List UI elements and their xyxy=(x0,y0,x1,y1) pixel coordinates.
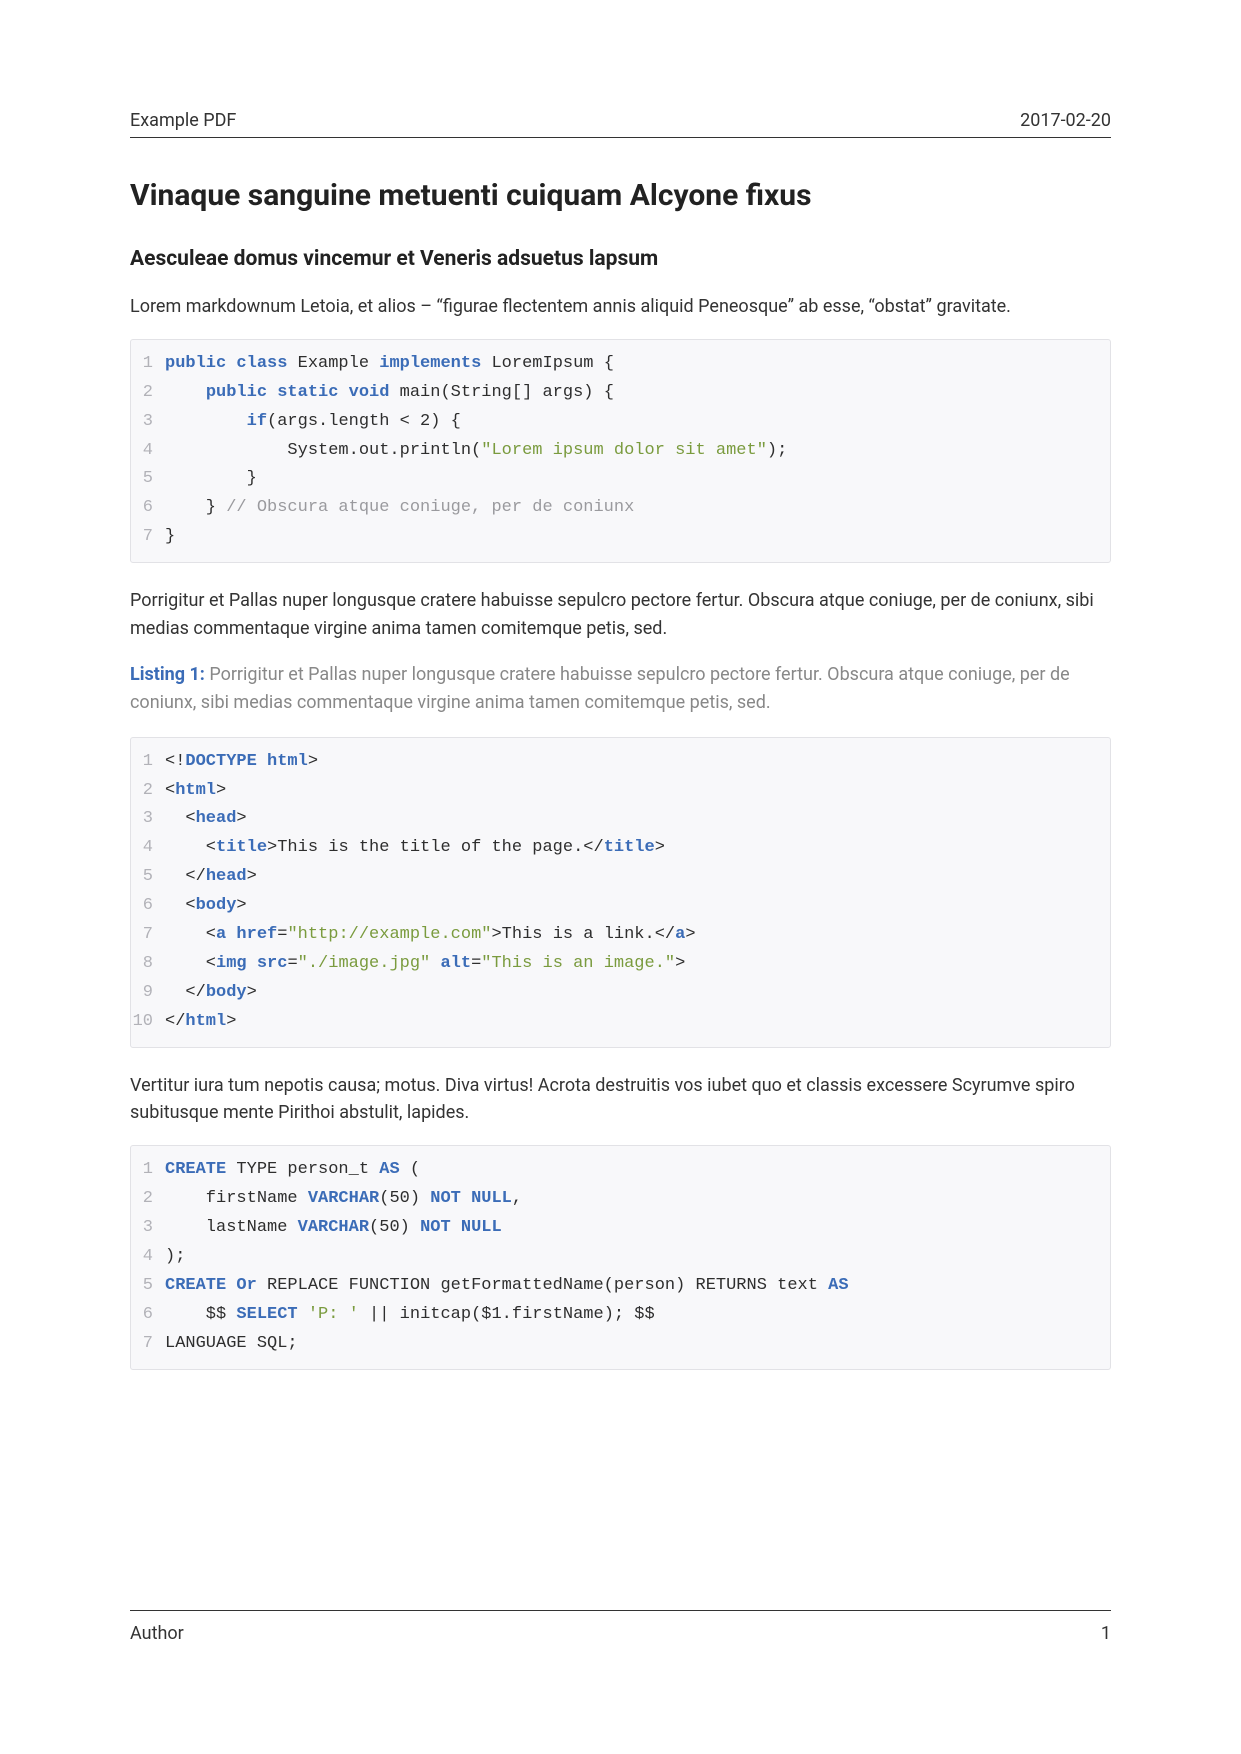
code-block-sql: 1CREATE TYPE person_t AS (2 firstName VA… xyxy=(130,1145,1111,1369)
line-number: 9 xyxy=(131,979,165,1008)
code-block-html: 1<!DOCTYPE html>2<html>3 <head>4 <title>… xyxy=(130,737,1111,1048)
code-content: if(args.length < 2) { xyxy=(165,408,1096,437)
code-line: 9 </body> xyxy=(131,979,1096,1008)
code-content: } // Obscura atque coniuge, per de coniu… xyxy=(165,494,1096,523)
code-line: 3 if(args.length < 2) { xyxy=(131,408,1096,437)
line-number: 7 xyxy=(131,921,165,950)
line-number: 3 xyxy=(131,408,165,437)
page-title: Vinaque sanguine metuenti cuiquam Alcyon… xyxy=(130,178,1111,213)
paragraph-3: Vertitur iura tum nepotis causa; motus. … xyxy=(130,1072,1111,1128)
line-number: 2 xyxy=(131,379,165,408)
code-content: </head> xyxy=(165,863,1096,892)
listing-caption-text: Porrigitur et Pallas nuper longusque cra… xyxy=(130,664,1070,713)
code-line: 2<html> xyxy=(131,777,1096,806)
code-line: 4); xyxy=(131,1243,1096,1272)
line-number: 1 xyxy=(131,350,165,379)
code-line: 1CREATE TYPE person_t AS ( xyxy=(131,1156,1096,1185)
line-number: 2 xyxy=(131,1185,165,1214)
code-line: 5 } xyxy=(131,465,1096,494)
code-line: 6 $$ SELECT 'P: ' || initcap($1.firstNam… xyxy=(131,1301,1096,1330)
code-line: 4 System.out.println("Lorem ipsum dolor … xyxy=(131,437,1096,466)
code-line: 4 <title>This is the title of the page.<… xyxy=(131,834,1096,863)
line-number: 8 xyxy=(131,950,165,979)
code-line: 10</html> xyxy=(131,1008,1096,1037)
code-content: } xyxy=(165,465,1096,494)
line-number: 1 xyxy=(131,748,165,777)
code-content: </html> xyxy=(165,1008,1096,1037)
page-footer: Author 1 xyxy=(130,1610,1111,1644)
line-number: 10 xyxy=(131,1008,165,1037)
line-number: 3 xyxy=(131,1214,165,1243)
code-content: $$ SELECT 'P: ' || initcap($1.firstName)… xyxy=(165,1301,1096,1330)
code-content: System.out.println("Lorem ipsum dolor si… xyxy=(165,437,1096,466)
page-header: Example PDF 2017-02-20 xyxy=(130,110,1111,138)
paragraph-2: Porrigitur et Pallas nuper longusque cra… xyxy=(130,587,1111,643)
footer-author: Author xyxy=(130,1623,184,1644)
line-number: 6 xyxy=(131,494,165,523)
line-number: 5 xyxy=(131,1272,165,1301)
line-number: 2 xyxy=(131,777,165,806)
section-heading: Aesculeae domus vincemur et Veneris adsu… xyxy=(130,247,1111,271)
line-number: 6 xyxy=(131,892,165,921)
line-number: 4 xyxy=(131,834,165,863)
code-line: 5CREATE Or REPLACE FUNCTION getFormatted… xyxy=(131,1272,1096,1301)
code-content: CREATE Or REPLACE FUNCTION getFormattedN… xyxy=(165,1272,1096,1301)
header-date: 2017-02-20 xyxy=(1020,110,1111,131)
code-content: <a href="http://example.com">This is a l… xyxy=(165,921,1096,950)
code-line: 1public class Example implements LoremIp… xyxy=(131,350,1096,379)
code-content: </body> xyxy=(165,979,1096,1008)
line-number: 3 xyxy=(131,805,165,834)
code-content: <img src="./image.jpg" alt="This is an i… xyxy=(165,950,1096,979)
footer-page-number: 1 xyxy=(1101,1623,1111,1644)
code-block-java: 1public class Example implements LoremIp… xyxy=(130,339,1111,563)
code-content: <title>This is the title of the page.</t… xyxy=(165,834,1096,863)
line-number: 7 xyxy=(131,1330,165,1359)
code-content: firstName VARCHAR(50) NOT NULL, xyxy=(165,1185,1096,1214)
line-number: 6 xyxy=(131,1301,165,1330)
code-line: 7} xyxy=(131,523,1096,552)
code-line: 7LANGUAGE SQL; xyxy=(131,1330,1096,1359)
code-line: 8 <img src="./image.jpg" alt="This is an… xyxy=(131,950,1096,979)
line-number: 5 xyxy=(131,465,165,494)
code-content: public static void main(String[] args) { xyxy=(165,379,1096,408)
code-content: } xyxy=(165,523,1096,552)
line-number: 7 xyxy=(131,523,165,552)
code-line: 3 <head> xyxy=(131,805,1096,834)
code-content: public class Example implements LoremIps… xyxy=(165,350,1096,379)
code-line: 2 public static void main(String[] args)… xyxy=(131,379,1096,408)
code-content: lastName VARCHAR(50) NOT NULL xyxy=(165,1214,1096,1243)
line-number: 4 xyxy=(131,1243,165,1272)
code-content: ); xyxy=(165,1243,1096,1272)
code-content: <html> xyxy=(165,777,1096,806)
header-title: Example PDF xyxy=(130,110,236,131)
code-line: 7 <a href="http://example.com">This is a… xyxy=(131,921,1096,950)
code-content: LANGUAGE SQL; xyxy=(165,1330,1096,1359)
code-line: 6 <body> xyxy=(131,892,1096,921)
listing-label: Listing 1: xyxy=(130,664,205,685)
code-line: 2 firstName VARCHAR(50) NOT NULL, xyxy=(131,1185,1096,1214)
line-number: 5 xyxy=(131,863,165,892)
code-content: <body> xyxy=(165,892,1096,921)
code-content: <!DOCTYPE html> xyxy=(165,748,1096,777)
paragraph-1: Lorem markdownum Letoia, et alios – “fig… xyxy=(130,293,1111,321)
line-number: 4 xyxy=(131,437,165,466)
line-number: 1 xyxy=(131,1156,165,1185)
code-content: <head> xyxy=(165,805,1096,834)
listing-1-caption: Listing 1: Porrigitur et Pallas nuper lo… xyxy=(130,661,1111,717)
code-line: 6 } // Obscura atque coniuge, per de con… xyxy=(131,494,1096,523)
code-line: 3 lastName VARCHAR(50) NOT NULL xyxy=(131,1214,1096,1243)
code-content: CREATE TYPE person_t AS ( xyxy=(165,1156,1096,1185)
code-line: 1<!DOCTYPE html> xyxy=(131,748,1096,777)
code-line: 5 </head> xyxy=(131,863,1096,892)
